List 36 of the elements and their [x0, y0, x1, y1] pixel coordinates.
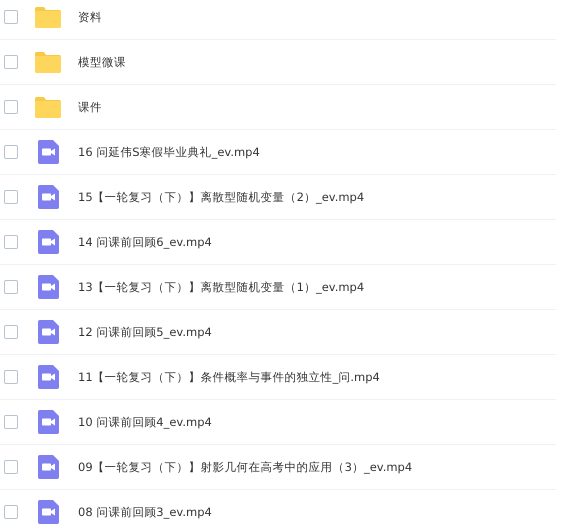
- checkbox[interactable]: [4, 100, 18, 114]
- video-file-icon: [38, 500, 58, 524]
- checkbox[interactable]: [4, 370, 18, 384]
- video-file-icon: [38, 365, 58, 389]
- file-name[interactable]: 09【一轮复习（下）】射影几何在高考中的应用（3）_ev.mp4: [78, 460, 412, 474]
- folder-icon: [35, 6, 61, 28]
- checkbox[interactable]: [4, 10, 18, 24]
- video-file-icon: [38, 140, 58, 164]
- file-name[interactable]: 课件: [78, 100, 102, 114]
- video-file-icon: [38, 455, 58, 479]
- file-name[interactable]: 16 问延伟S寒假毕业典礼_ev.mp4: [78, 144, 260, 160]
- checkbox[interactable]: [4, 145, 18, 159]
- video-file-icon: [38, 410, 58, 434]
- file-name[interactable]: 模型微课: [78, 54, 126, 70]
- file-name[interactable]: 资料: [78, 10, 102, 24]
- video-file-icon: [38, 275, 58, 299]
- video-file-icon: [38, 185, 58, 209]
- checkbox[interactable]: [4, 280, 18, 294]
- checkbox[interactable]: [4, 55, 18, 69]
- file-name[interactable]: 14 问课前回顾6_ev.mp4: [78, 234, 212, 250]
- checkbox[interactable]: [4, 460, 18, 474]
- checkbox[interactable]: [4, 415, 18, 429]
- folder-icon: [35, 96, 61, 118]
- checkbox[interactable]: [4, 325, 18, 339]
- file-name[interactable]: 11【一轮复习（下）】条件概率与事件的独立性_问.mp4: [78, 370, 380, 384]
- video-file-icon: [38, 320, 58, 344]
- folder-icon: [35, 52, 61, 72]
- checkbox[interactable]: [4, 505, 18, 519]
- file-name[interactable]: 08 问课前回顾3_ev.mp4: [78, 504, 212, 520]
- checkbox[interactable]: [4, 235, 18, 249]
- video-file-icon: [38, 230, 58, 254]
- file-name[interactable]: 15【一轮复习（下）】离散型随机变量（2）_ev.mp4: [78, 190, 364, 204]
- file-name[interactable]: 12 问课前回顾5_ev.mp4: [78, 324, 212, 340]
- checkbox[interactable]: [4, 190, 18, 204]
- file-name[interactable]: 13【一轮复习（下）】离散型随机变量（1）_ev.mp4: [78, 280, 364, 294]
- file-name[interactable]: 10 问课前回顾4_ev.mp4: [78, 414, 212, 430]
